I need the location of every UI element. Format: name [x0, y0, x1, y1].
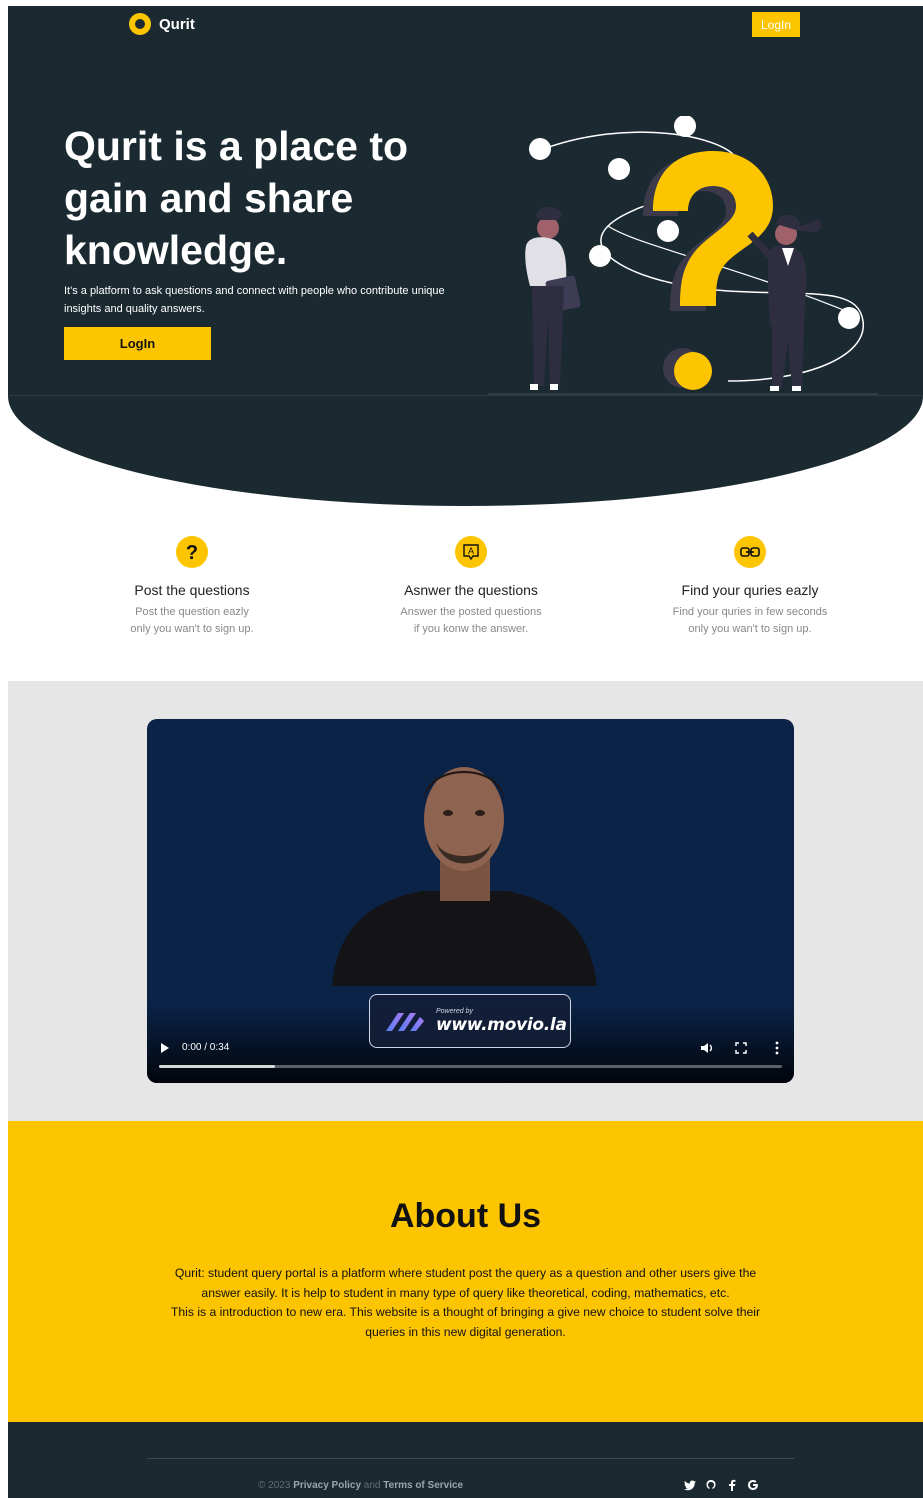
svg-text:A: A	[468, 546, 474, 556]
feature-find: Find your quries eazly Find your quries …	[610, 536, 890, 638]
feature-title: Find your quries eazly	[681, 582, 819, 598]
svg-text:?: ?	[186, 542, 198, 562]
video-section: Powered by www.movio.la 0:00 / 0:34	[8, 681, 923, 1121]
feature-desc-line: if you konw the answer.	[413, 623, 529, 635]
copyright-text: © 2023	[258, 1480, 291, 1491]
feature-description: Answer the posted questions if you konw …	[331, 604, 611, 638]
footer-divider	[147, 1458, 794, 1459]
hero-title: Qurit is a place to gain and share knowl…	[64, 123, 409, 273]
answer-icon: A	[455, 536, 487, 568]
link-icon	[734, 536, 766, 568]
google-icon[interactable]	[747, 1478, 759, 1492]
footer-copyright: © 2023 Privacy Policy and Terms of Servi…	[258, 1480, 463, 1491]
fullscreen-icon[interactable]	[735, 1042, 747, 1054]
features-section: ? Post the questions Post the question e…	[8, 506, 923, 681]
about-line: Qurit: student query portal is a platfor…	[174, 1266, 757, 1280]
about-text: Qurit: student query portal is a platfor…	[128, 1264, 803, 1342]
video-controls: 0:00 / 0:34	[159, 1039, 782, 1061]
feature-desc-line: Find your quries in few seconds	[672, 606, 828, 618]
facebook-icon[interactable]	[726, 1478, 738, 1492]
footer-and: and	[363, 1480, 381, 1491]
volume-icon[interactable]	[700, 1041, 714, 1055]
twitter-icon[interactable]	[684, 1478, 696, 1492]
about-section: About Us Qurit: student query portal is …	[8, 1121, 923, 1422]
video-progress-bar[interactable]	[159, 1065, 782, 1068]
hero-login-button[interactable]: LogIn	[64, 327, 211, 360]
watermark-url: www.movio.la	[436, 1014, 567, 1035]
play-icon[interactable]	[161, 1043, 169, 1053]
watermark-caption: Powered by	[436, 1007, 473, 1015]
movio-logo-icon	[386, 1013, 424, 1031]
terms-of-service-link[interactable]: Terms of Service	[383, 1480, 463, 1491]
feature-desc-line: Answer the posted questions	[400, 606, 542, 618]
video-time: 0:00 / 0:34	[182, 1042, 230, 1053]
feature-description: Find your quries in few seconds only you…	[610, 604, 890, 638]
feature-desc-line: only you wan't to sign up.	[688, 623, 812, 635]
nav-login-button[interactable]: LogIn	[752, 12, 800, 37]
presenter-video-frame	[332, 767, 597, 986]
about-line: answer easily. It is help to student in …	[201, 1285, 730, 1300]
brand[interactable]: Qurit	[129, 13, 195, 35]
more-options-icon[interactable]	[774, 1041, 780, 1055]
github-icon[interactable]	[705, 1478, 717, 1492]
feature-answer: A Asnwer the questions Answer the posted…	[331, 536, 611, 638]
privacy-policy-link[interactable]: Privacy Policy	[293, 1480, 361, 1491]
qurit-logo-icon	[129, 13, 151, 35]
question-illustration	[488, 116, 878, 395]
hero-section: Qurit LogIn Qurit is a place to gain and…	[8, 6, 923, 506]
feature-desc-line: Post the question eazly	[135, 606, 249, 618]
video-buffered	[159, 1065, 275, 1068]
about-line: queries in this new digital generation.	[365, 1324, 566, 1339]
video-player[interactable]: Powered by www.movio.la 0:00 / 0:34	[147, 719, 794, 1083]
feature-title: Post the questions	[134, 582, 250, 598]
brand-name: Qurit	[159, 15, 195, 33]
social-links	[684, 1478, 759, 1492]
question-icon: ?	[176, 536, 208, 568]
watermark-text: Powered by www.movio.la	[436, 1008, 567, 1035]
about-title: About Us	[389, 1197, 542, 1235]
footer: © 2023 Privacy Policy and Terms of Servi…	[8, 1422, 923, 1498]
hero-subtitle: It's a platform to ask questions and con…	[64, 285, 445, 315]
feature-desc-line: only you wan't to sign up.	[130, 623, 254, 635]
page: Qurit LogIn Qurit is a place to gain and…	[8, 6, 923, 1498]
feature-post: ? Post the questions Post the question e…	[52, 536, 332, 638]
feature-description: Post the question eazly only you wan't t…	[52, 604, 332, 638]
about-line: This is a introduction to new era. This …	[170, 1305, 761, 1319]
feature-title: Asnwer the questions	[404, 582, 538, 598]
